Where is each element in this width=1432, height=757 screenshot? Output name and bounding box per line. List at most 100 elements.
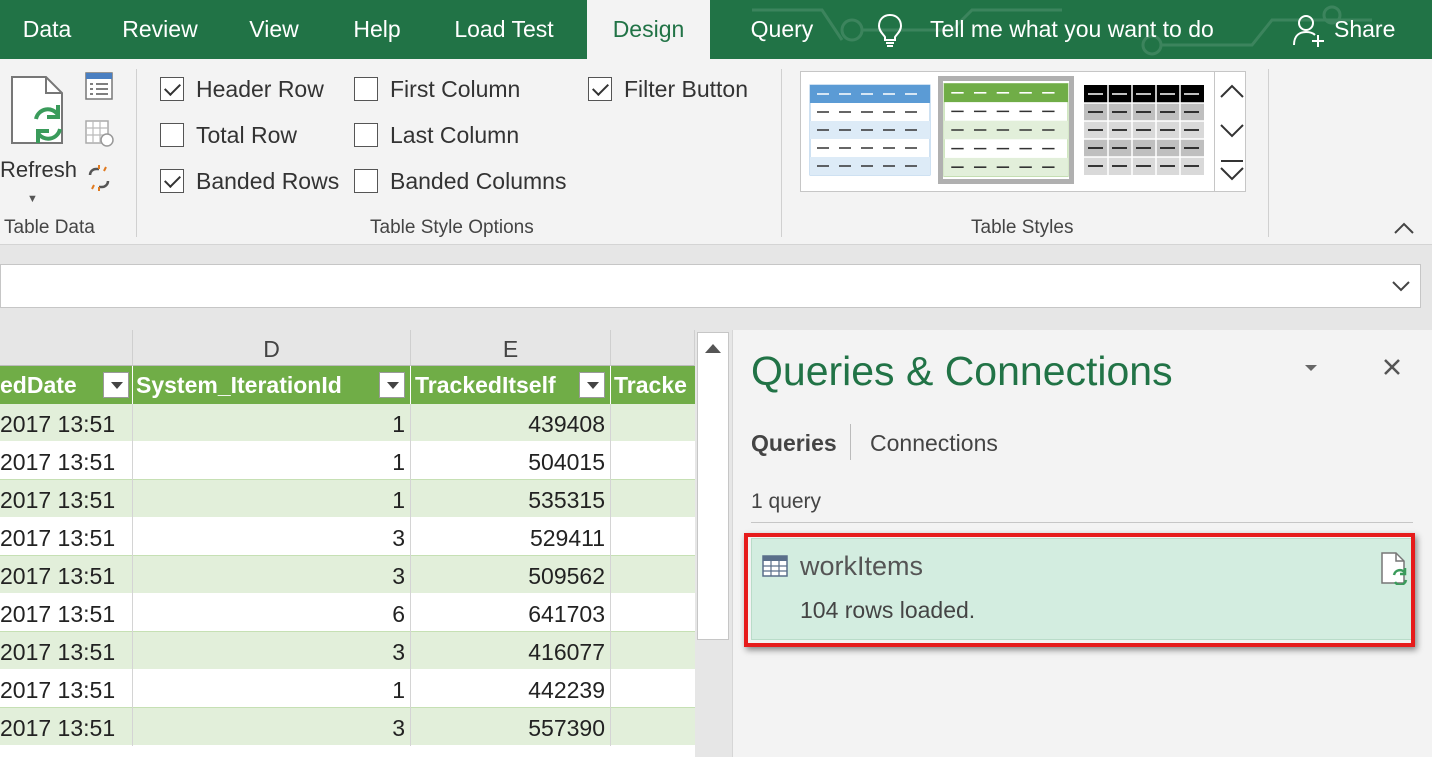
query-item-workitems[interactable]: workItems 104 rows loaded. bbox=[751, 538, 1413, 640]
last-column-label: Last Column bbox=[390, 121, 520, 148]
column-header-d[interactable]: D bbox=[133, 330, 411, 366]
table-row[interactable]: 2017 13:51 1 439408 bbox=[0, 404, 695, 442]
table-cell[interactable]: 2017 13:51 bbox=[0, 708, 133, 746]
table-cell[interactable]: 1 bbox=[133, 404, 411, 442]
table-row[interactable]: 2017 13:51 1 442239 bbox=[0, 670, 695, 708]
banded-rows-checkbox[interactable]: Banded Rows bbox=[160, 166, 339, 196]
header-row-checkbox[interactable]: Header Row bbox=[160, 74, 324, 104]
table-cell[interactable]: 2017 13:51 bbox=[0, 594, 133, 632]
tab-review[interactable]: Review bbox=[106, 0, 214, 59]
filter-dropdown-button[interactable] bbox=[379, 372, 405, 398]
tab-design[interactable]: Design bbox=[587, 0, 710, 59]
first-column-checkbox[interactable]: First Column bbox=[354, 74, 520, 104]
filter-dropdown-button[interactable] bbox=[579, 372, 605, 398]
chevron-down-icon: ▼ bbox=[27, 193, 38, 205]
table-cell[interactable]: 641703 bbox=[411, 594, 611, 632]
table-row[interactable]: 2017 13:51 3 529411 bbox=[0, 518, 695, 556]
gallery-down-button[interactable] bbox=[1215, 111, 1248, 151]
table-header-cell[interactable]: System_IterationId bbox=[133, 366, 411, 404]
checkbox-checked[interactable] bbox=[588, 77, 612, 101]
checkbox-unchecked[interactable] bbox=[354, 77, 378, 101]
table-cell[interactable]: 1 bbox=[133, 480, 411, 518]
table-cell[interactable]: 2017 13:51 bbox=[0, 404, 133, 442]
checkbox-unchecked[interactable] bbox=[354, 169, 378, 193]
table-cell[interactable]: 6 bbox=[133, 594, 411, 632]
chevron-down-icon[interactable] bbox=[1390, 275, 1412, 297]
tab-data[interactable]: Data bbox=[0, 0, 94, 59]
table-row[interactable]: 2017 13:51 6 641703 bbox=[0, 594, 695, 632]
table-cell[interactable]: 2017 13:51 bbox=[0, 632, 133, 670]
tab-query[interactable]: Query bbox=[730, 0, 834, 59]
header-text: Tracke bbox=[614, 372, 687, 398]
table-cell[interactable]: 535315 bbox=[411, 480, 611, 518]
table-row[interactable]: 2017 13:51 3 509562 bbox=[0, 556, 695, 594]
collapse-ribbon-icon[interactable] bbox=[1392, 219, 1416, 237]
properties-icon[interactable] bbox=[84, 71, 114, 101]
total-row-checkbox[interactable]: Total Row bbox=[160, 120, 297, 150]
table-header-cell[interactable]: TrackedItself bbox=[411, 366, 611, 404]
table-row[interactable]: 2017 13:51 1 504015 bbox=[0, 442, 695, 480]
query-name[interactable]: workItems bbox=[800, 551, 923, 582]
table-cell[interactable]: 1 bbox=[133, 670, 411, 708]
table-cell[interactable]: 509562 bbox=[411, 556, 611, 594]
column-header-f[interactable] bbox=[611, 330, 695, 366]
table-cell[interactable]: 557390 bbox=[411, 708, 611, 746]
table-cell[interactable]: 3 bbox=[133, 632, 411, 670]
table-cell[interactable]: 3 bbox=[133, 708, 411, 746]
scrollbar-track[interactable] bbox=[697, 332, 729, 640]
checkbox-unchecked[interactable] bbox=[354, 123, 378, 147]
last-column-checkbox[interactable]: Last Column bbox=[354, 120, 519, 150]
table-cell[interactable]: 416077 bbox=[411, 632, 611, 670]
table-cell[interactable]: 3 bbox=[133, 518, 411, 556]
table-style-black[interactable] bbox=[1083, 84, 1205, 176]
vertical-scrollbar[interactable] bbox=[695, 330, 732, 757]
table-cell[interactable]: 2017 13:51 bbox=[0, 480, 133, 518]
column-header-e[interactable]: E bbox=[411, 330, 611, 366]
pane-options-dropdown-icon[interactable] bbox=[1303, 360, 1319, 376]
tab-load-test[interactable]: Load Test bbox=[440, 0, 568, 59]
table-header-cell[interactable]: edDate bbox=[0, 366, 133, 404]
tab-view[interactable]: View bbox=[232, 0, 316, 59]
table-cell[interactable]: 2017 13:51 bbox=[0, 556, 133, 594]
table-cell[interactable]: 1 bbox=[133, 442, 411, 480]
table-cell[interactable]: 2017 13:51 bbox=[0, 442, 133, 480]
checkbox-checked[interactable] bbox=[160, 77, 184, 101]
tell-me-search[interactable]: Tell me what you want to do bbox=[876, 0, 1214, 59]
tab-queries[interactable]: Queries bbox=[751, 430, 837, 457]
tab-help[interactable]: Help bbox=[334, 0, 420, 59]
filter-dropdown-button[interactable] bbox=[103, 372, 129, 398]
table-cell[interactable]: 2017 13:51 bbox=[0, 670, 133, 708]
scroll-up-button[interactable] bbox=[697, 332, 729, 364]
checkbox-unchecked[interactable] bbox=[160, 123, 184, 147]
table-cell[interactable]: 529411 bbox=[411, 518, 611, 556]
checkbox-checked[interactable] bbox=[160, 169, 184, 193]
table-cell[interactable]: 439408 bbox=[411, 404, 611, 442]
table-row[interactable]: 2017 13:51 3 557390 bbox=[0, 708, 695, 746]
table-style-green-selected[interactable] bbox=[938, 76, 1074, 184]
column-header-c[interactable] bbox=[0, 330, 133, 366]
gallery-more-button[interactable] bbox=[1215, 151, 1248, 191]
share-button[interactable]: Share bbox=[1292, 0, 1395, 59]
tab-connections[interactable]: Connections bbox=[870, 430, 998, 457]
formula-bar-input[interactable] bbox=[0, 264, 1421, 308]
refresh-query-icon[interactable] bbox=[1380, 551, 1408, 585]
worksheet-grid[interactable]: D E edDate System_IterationId TrackedIts… bbox=[0, 330, 695, 757]
table-cell[interactable]: 2017 13:51 bbox=[0, 518, 133, 556]
table-row[interactable]: 2017 13:51 1 535315 bbox=[0, 480, 695, 518]
table-cell[interactable]: 442239 bbox=[411, 670, 611, 708]
table-row[interactable]: 2017 13:51 3 416077 bbox=[0, 632, 695, 670]
table-header-cell[interactable]: Tracke bbox=[611, 366, 695, 404]
open-in-browser-icon[interactable] bbox=[84, 117, 114, 147]
ribbon: Refresh ▼ Table Data Header Row Total Ro… bbox=[0, 59, 1432, 245]
refresh-button[interactable]: Refresh ▼ bbox=[0, 73, 77, 205]
group-label-table-style-options: Table Style Options bbox=[370, 217, 534, 238]
gallery-up-button[interactable] bbox=[1215, 71, 1248, 111]
filter-button-checkbox[interactable]: Filter Button bbox=[588, 74, 748, 104]
unlink-icon[interactable] bbox=[84, 163, 114, 193]
banded-columns-checkbox[interactable]: Banded Columns bbox=[354, 166, 566, 196]
close-icon[interactable] bbox=[1381, 356, 1403, 378]
table-style-blue[interactable] bbox=[809, 84, 931, 176]
table-cell[interactable]: 3 bbox=[133, 556, 411, 594]
banded-columns-label: Banded Columns bbox=[390, 167, 567, 194]
table-cell[interactable]: 504015 bbox=[411, 442, 611, 480]
